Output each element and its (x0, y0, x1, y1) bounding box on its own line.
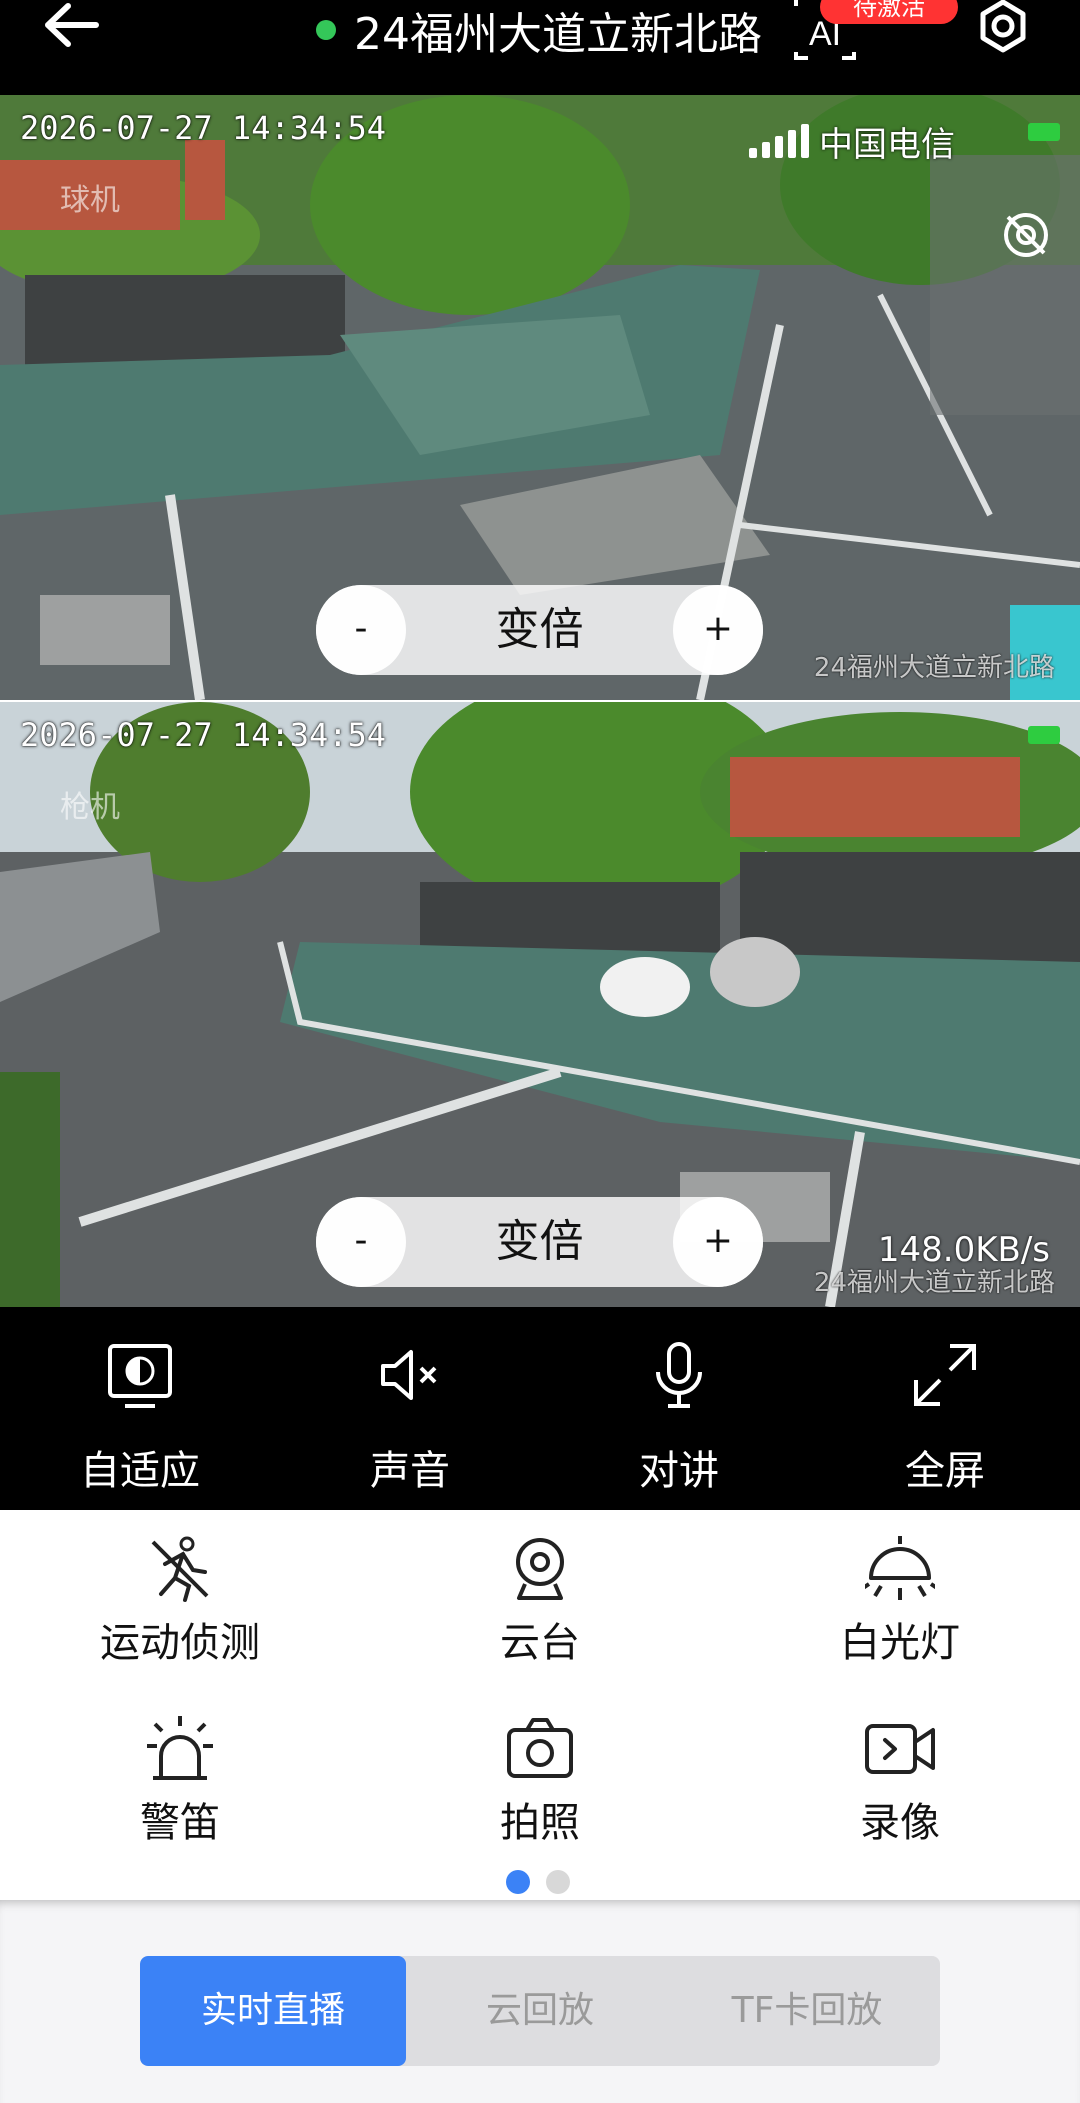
zoom-out-button[interactable]: - (316, 1197, 406, 1287)
zoom-in-button[interactable]: + (673, 585, 763, 675)
speaker-muted-icon (381, 1350, 437, 1400)
ptz-camera-icon (516, 1538, 564, 1600)
fullscreen-button[interactable]: 全屏 (810, 1310, 1080, 1510)
function-label: 录像 (860, 1800, 940, 1846)
zoom-label: 变倍 (495, 1216, 584, 1267)
siren-button[interactable]: 警笛 (0, 1690, 360, 1860)
carrier-name: 中国电信 (819, 125, 955, 165)
video-stream-bullet[interactable]: 2026-07-27 14:34:54 枪机 - 变倍 + 148.0KB/s … (0, 702, 1080, 1307)
gear-icon (980, 0, 1026, 53)
back-arrow-icon (45, 3, 99, 47)
function-label: 云台 (500, 1620, 580, 1666)
white-light-button[interactable]: 白光灯 (720, 1510, 1080, 1680)
fullscreen-icon (914, 1344, 976, 1406)
zoom-control-top: - 变倍 + (316, 585, 763, 675)
privacy-hide-button[interactable] (998, 207, 1054, 263)
back-button[interactable] (40, 0, 110, 60)
white-light-icon (865, 1536, 935, 1600)
record-button[interactable]: 录像 (720, 1690, 1080, 1860)
zoom-label: 变倍 (495, 604, 584, 655)
intercom-button[interactable]: 对讲 (544, 1310, 814, 1510)
page-title: 24福州大道立新北路 (354, 9, 762, 60)
snapshot-button[interactable]: 拍照 (360, 1690, 720, 1860)
camera-type-label: 枪机 (60, 790, 120, 825)
battery-icon (1028, 726, 1060, 744)
settings-button[interactable] (968, 0, 1038, 60)
mode-segmented-control: 实时直播 云回放 TF卡回放 (140, 1956, 940, 2066)
page-indicator (506, 1870, 570, 1894)
motion-detect-off-icon (151, 1536, 209, 1602)
camera-icon (507, 1718, 573, 1778)
microphone-icon (656, 1342, 702, 1408)
ptz-button[interactable]: 云台 (360, 1510, 720, 1680)
adaptive-icon (108, 1344, 172, 1408)
camera-osd-name: 24福州大道立新北路 (813, 653, 1055, 683)
control-label: 自适应 (80, 1448, 200, 1494)
online-status-dot (316, 20, 336, 40)
control-label: 声音 (370, 1448, 450, 1494)
page-dot-active[interactable] (506, 1870, 530, 1894)
timestamp-overlay: 2026-07-27 14:34:54 (20, 716, 387, 754)
function-panel: 运动侦测 云台 白光灯 警笛 拍照 录像 (0, 1510, 1080, 1900)
function-label: 运动侦测 (100, 1620, 260, 1666)
camera-osd-name: 24福州大道立新北路 (813, 1268, 1055, 1298)
top-bar: 24福州大道立新北路 AI 待激活 (0, 0, 1080, 95)
device-title-wrap: 24福州大道立新北路 (316, 0, 762, 60)
video-stream-ptz[interactable]: 2026-07-27 14:34:54 球机 中国电信 - 变倍 + 24福州大… (0, 95, 1080, 700)
siren-icon (147, 1716, 213, 1780)
camera-type-label: 球机 (60, 183, 120, 218)
function-label: 拍照 (500, 1800, 580, 1846)
activation-badge: 待激活 (820, 0, 958, 24)
function-label: 警笛 (140, 1800, 220, 1846)
zoom-out-button[interactable]: - (316, 585, 406, 675)
video-record-icon (865, 1724, 935, 1774)
eye-off-icon (1004, 213, 1048, 257)
zoom-control-bottom: - 变倍 + (316, 1197, 763, 1287)
tab-cloud-playback[interactable]: 云回放 (407, 1956, 673, 2066)
timestamp-overlay: 2026-07-27 14:34:54 (20, 109, 387, 147)
sound-button[interactable]: 声音 (275, 1310, 545, 1510)
signal-indicator: 中国电信 (749, 117, 955, 166)
battery-icon (1028, 123, 1060, 141)
function-label: 白光灯 (840, 1620, 960, 1666)
control-label: 对讲 (639, 1448, 719, 1494)
playback-mode-footer: 实时直播 云回放 TF卡回放 (0, 1900, 1080, 2103)
tab-tf-card-playback[interactable]: TF卡回放 (674, 1956, 940, 2066)
page-dot[interactable] (546, 1870, 570, 1894)
signal-bars-icon (749, 123, 809, 158)
zoom-in-button[interactable]: + (673, 1197, 763, 1287)
adaptive-button[interactable]: 自适应 (5, 1310, 275, 1510)
control-label: 全屏 (905, 1448, 985, 1494)
motion-detect-button[interactable]: 运动侦测 (0, 1510, 360, 1680)
player-control-bar: 自适应 声音 对讲 全屏 (0, 1310, 1080, 1510)
tab-live[interactable]: 实时直播 (140, 1956, 406, 2066)
